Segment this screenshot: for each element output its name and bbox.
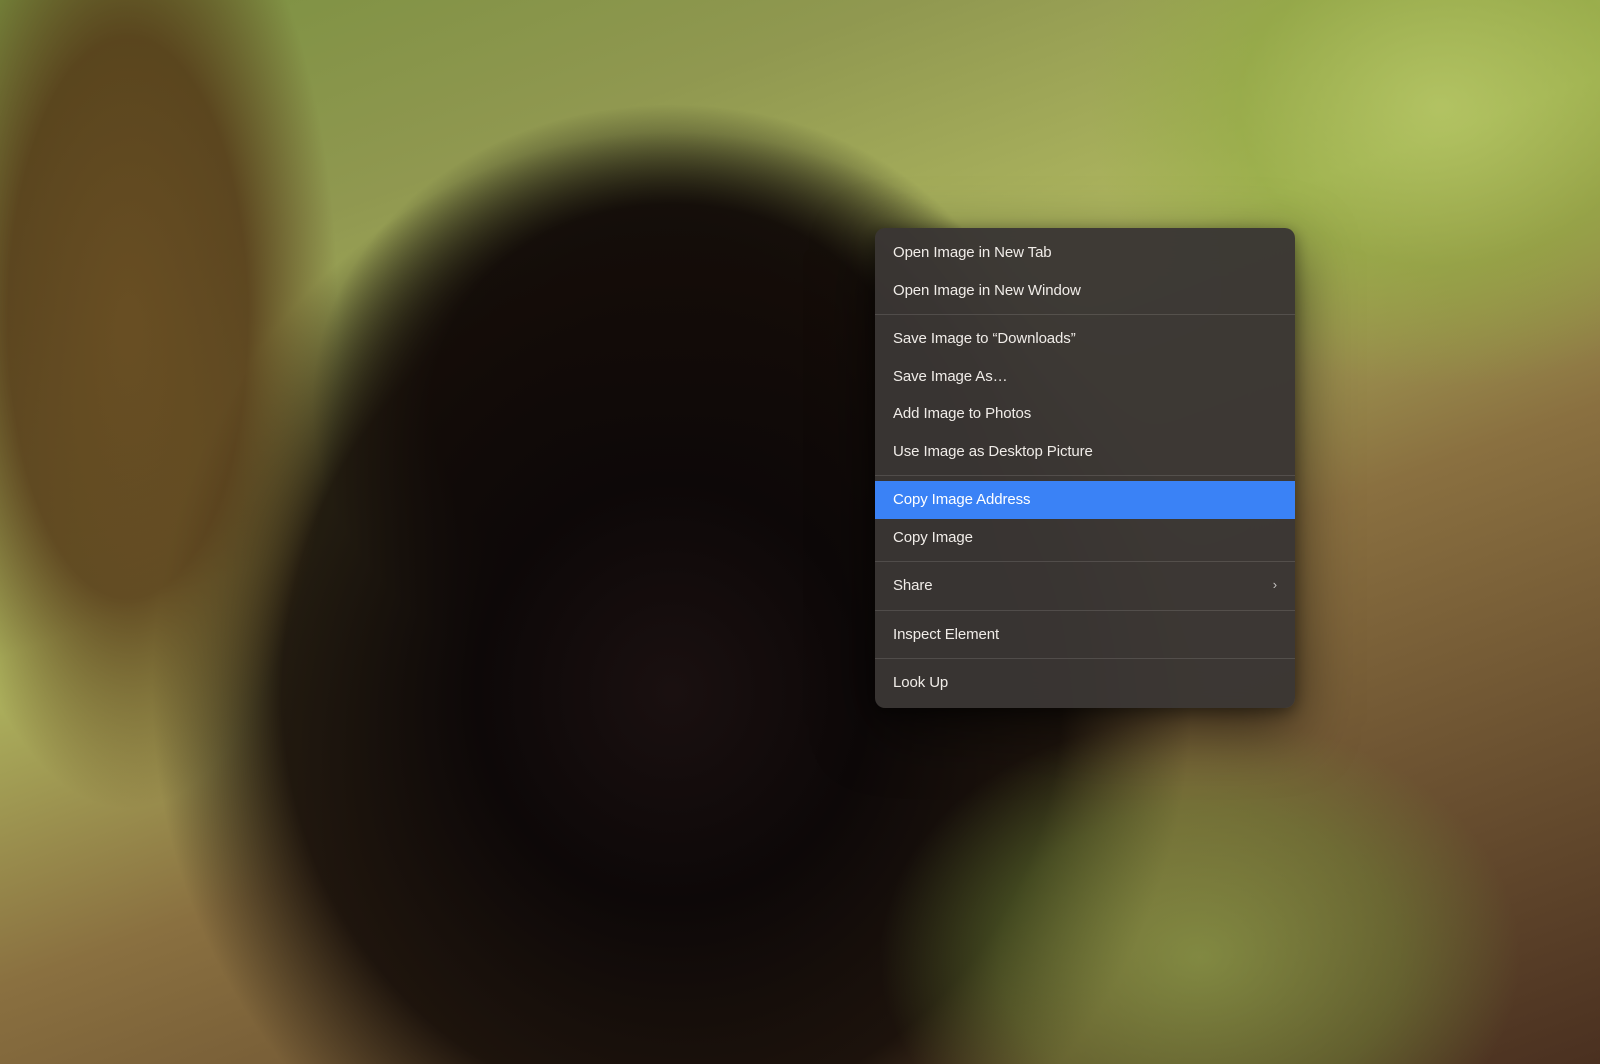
divider-1	[875, 314, 1295, 315]
menu-item-lookup[interactable]: Look Up	[875, 664, 1295, 702]
divider-2	[875, 475, 1295, 476]
menu-item-open-new-window[interactable]: Open Image in New Window	[875, 272, 1295, 310]
divider-5	[875, 658, 1295, 659]
menu-item-copy-image[interactable]: Copy Image	[875, 519, 1295, 557]
background-image	[0, 0, 1600, 1064]
menu-item-desktop-picture[interactable]: Use Image as Desktop Picture	[875, 433, 1295, 471]
menu-item-save-as[interactable]: Save Image As…	[875, 358, 1295, 396]
menu-item-share[interactable]: Share ›	[875, 567, 1295, 605]
menu-item-open-new-tab[interactable]: Open Image in New Tab	[875, 234, 1295, 272]
divider-4	[875, 610, 1295, 611]
menu-item-save-downloads[interactable]: Save Image to “Downloads”	[875, 320, 1295, 358]
menu-item-add-photos[interactable]: Add Image to Photos	[875, 395, 1295, 433]
share-submenu-icon: ›	[1273, 577, 1277, 594]
menu-item-copy-address[interactable]: Copy Image Address	[875, 481, 1295, 519]
divider-3	[875, 561, 1295, 562]
context-menu: Open Image in New Tab Open Image in New …	[875, 228, 1295, 708]
menu-item-inspect[interactable]: Inspect Element	[875, 616, 1295, 654]
